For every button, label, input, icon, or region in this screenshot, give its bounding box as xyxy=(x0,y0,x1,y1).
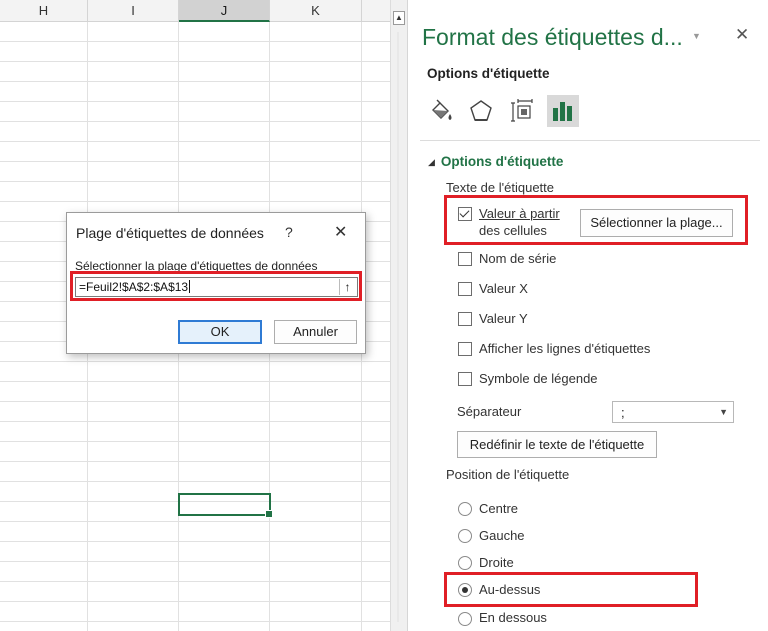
tab-fill-line[interactable] xyxy=(425,95,457,127)
position-left-radio[interactable] xyxy=(458,529,472,543)
series-name-label[interactable]: Nom de série xyxy=(479,251,556,266)
value-x-label[interactable]: Valeur X xyxy=(479,281,528,296)
position-center-label[interactable]: Centre xyxy=(479,501,518,516)
pentagon-icon xyxy=(470,100,492,121)
column-header-i[interactable]: I xyxy=(88,0,179,22)
position-left-label[interactable]: Gauche xyxy=(479,528,525,543)
tab-size-properties[interactable] xyxy=(507,95,539,127)
help-icon[interactable]: ? xyxy=(285,224,293,240)
collapse-triangle-icon[interactable]: ◢ xyxy=(428,157,435,167)
label-contains-heading: Texte de l'étiquette xyxy=(446,180,554,195)
cancel-button[interactable]: Annuler xyxy=(274,320,357,344)
reset-label-text-button[interactable]: Redéfinir le texte de l'étiquette xyxy=(457,431,657,458)
value-y-checkbox[interactable] xyxy=(458,312,472,326)
highlight-position-above xyxy=(444,572,698,607)
highlight-range-input xyxy=(70,271,362,301)
position-below-radio[interactable] xyxy=(458,612,472,626)
bar-chart-icon xyxy=(553,102,572,121)
section-label-options-header[interactable]: ◢ Options d'étiquette xyxy=(428,154,563,169)
pane-subtitle[interactable]: Options d'étiquette xyxy=(427,66,549,81)
pane-close-icon[interactable]: ✕ xyxy=(735,25,749,45)
chevron-down-icon: ▼ xyxy=(719,407,728,417)
label-position-heading: Position de l'étiquette xyxy=(446,467,570,482)
paint-bucket-icon xyxy=(432,99,452,120)
pane-title: Format des étiquettes d... xyxy=(422,24,683,50)
position-center-radio[interactable] xyxy=(458,502,472,516)
ok-button[interactable]: OK xyxy=(178,320,262,344)
pane-divider xyxy=(420,140,760,141)
legend-key-checkbox[interactable] xyxy=(458,372,472,386)
tab-effects[interactable] xyxy=(465,95,497,127)
active-cell[interactable] xyxy=(178,493,273,518)
position-right-radio[interactable] xyxy=(458,556,472,570)
position-below-label[interactable]: En dessous xyxy=(479,610,547,625)
format-data-labels-pane: Format des étiquettes d... ▼ ✕ Options d… xyxy=(407,0,768,631)
section-label-options-title: Options d'étiquette xyxy=(440,154,564,169)
leader-lines-label[interactable]: Afficher les lignes d'étiquettes xyxy=(479,341,650,356)
column-header-j[interactable]: J xyxy=(179,0,270,22)
highlight-value-from-cells xyxy=(444,195,748,245)
scroll-up-arrow-icon[interactable]: ▲ xyxy=(393,11,405,25)
series-name-checkbox[interactable] xyxy=(458,252,472,266)
column-header-k[interactable]: K xyxy=(270,0,362,22)
size-properties-icon xyxy=(511,99,533,122)
pane-options-dropdown-icon[interactable]: ▼ xyxy=(692,31,701,41)
value-x-checkbox[interactable] xyxy=(458,282,472,296)
tab-label-options[interactable] xyxy=(547,95,579,127)
dialog-close-icon[interactable]: ✕ xyxy=(334,222,347,242)
legend-key-label[interactable]: Symbole de légende xyxy=(479,371,598,386)
value-y-label[interactable]: Valeur Y xyxy=(479,311,528,326)
dialog-title: Plage d'étiquettes de données xyxy=(76,225,264,241)
separator-label: Séparateur xyxy=(457,404,522,419)
data-label-range-dialog: Plage d'étiquettes de données ? ✕ Sélect… xyxy=(66,212,366,354)
leader-lines-checkbox[interactable] xyxy=(458,342,472,356)
vertical-scrollbar[interactable]: ▲ xyxy=(390,0,407,631)
position-right-label[interactable]: Droite xyxy=(479,555,514,570)
separator-value: ; xyxy=(621,405,625,420)
column-header-h[interactable]: H xyxy=(0,0,88,22)
column-header-bar: H I J K xyxy=(0,0,390,22)
scroll-track[interactable] xyxy=(397,32,399,622)
separator-dropdown[interactable]: ; ▼ xyxy=(612,401,734,423)
